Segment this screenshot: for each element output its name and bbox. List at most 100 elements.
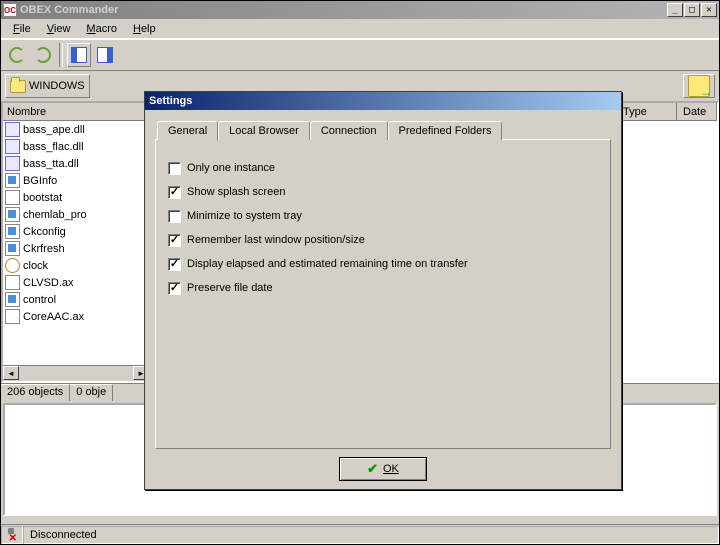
checkbox-label: Only one instance [187,162,275,174]
tab-panel-general: Only one instance Show splash screen Minim… [155,139,611,449]
file-name: CoreAAC.ax [23,311,84,323]
file-name: Ckrfresh [23,243,65,255]
file-name: bass_tta.dll [23,158,79,170]
tab-local-browser[interactable]: Local Browser [218,121,310,140]
sync-icon [35,47,51,63]
file-name: bootstat [23,192,62,204]
app-icon [5,207,20,222]
tab-connection[interactable]: Connection [310,121,388,140]
left-pane: Nombre bass_ape.dll bass_flac.dll bass_tta… [1,101,151,383]
list-item[interactable]: bass_flac.dll [3,138,149,155]
dll-icon [5,139,20,154]
file-list[interactable]: bass_ape.dll bass_flac.dll bass_tta.dll BGI… [3,121,149,365]
checkbox[interactable] [168,210,181,223]
minimize-button[interactable]: _ [667,3,683,17]
scroll-thumb[interactable] [19,366,133,381]
dat-icon [5,190,20,205]
option-row: Remember last window position/size [168,228,598,252]
pane-layout-left-button[interactable] [67,43,91,67]
objects-count: 206 objects [1,384,70,401]
option-row: Preserve file date [168,276,598,300]
list-item[interactable]: BGInfo [3,172,149,189]
toolbar-separator [59,43,63,67]
scrollbar-horizontal[interactable]: ◄ ► [3,365,149,381]
option-row: Minimize to system tray [168,204,598,228]
list-item[interactable]: control [3,291,149,308]
list-item[interactable]: CoreAAC.ax [3,308,149,325]
objects-selected: 0 obje [70,384,113,401]
refresh-button[interactable] [5,43,29,67]
app-icon [5,241,20,256]
app-icon [5,292,20,307]
pane-left-icon [71,47,87,63]
checkbox[interactable] [168,282,181,295]
list-item[interactable]: chemlab_pro [3,206,149,223]
checkbox-label: Remember last window position/size [187,234,365,246]
scroll-left-icon[interactable]: ◄ [3,366,19,380]
col-type[interactable]: Type [617,103,677,121]
tab-predefined-folders[interactable]: Predefined Folders [388,121,503,140]
close-button[interactable]: ✕ [701,3,717,17]
app-logo-icon: OC [3,3,17,17]
option-row: Display elapsed and estimated remaining … [168,252,598,276]
tab-general[interactable]: General [157,121,218,141]
tabstrip: GeneralLocal BrowserConnectionPredefined… [157,121,611,140]
file-name: bass_flac.dll [23,141,84,153]
list-item[interactable]: CLVSD.ax [3,274,149,291]
checkbox[interactable] [168,258,181,271]
status-bar: Disconnected [1,524,719,544]
option-row: Show splash screen [168,180,598,204]
file-name: BGInfo [23,175,57,187]
ok-button-label: OK [383,463,399,475]
connection-status-text: Disconnected [23,526,719,544]
list-item[interactable]: bootstat [3,189,149,206]
ax-icon [5,309,20,324]
toolbar [1,39,719,71]
window-title: OBEX Commander [20,4,667,16]
menu-macro[interactable]: Macro [78,21,125,37]
pane-layout-right-button[interactable] [93,43,117,67]
sync-button[interactable] [31,43,55,67]
list-item[interactable]: Ckrfresh [3,240,149,257]
maximize-button[interactable]: □ [684,3,700,17]
checkbox[interactable] [168,162,181,175]
option-row: Only one instance [168,156,598,180]
folder-icon [10,80,26,93]
dialog-title: Settings [145,92,621,110]
disconnected-icon [8,528,16,542]
checkbox[interactable] [168,234,181,247]
menubar: File View Macro Help [1,19,719,39]
checkbox[interactable] [168,186,181,199]
settings-dialog: Settings GeneralLocal BrowserConnectionP… [144,91,622,490]
left-column-header[interactable]: Nombre [3,103,149,121]
app-icon [5,224,20,239]
address-path-button[interactable]: WINDOWS [5,74,90,98]
menu-view[interactable]: View [39,21,79,37]
file-name: chemlab_pro [23,209,87,221]
list-item[interactable]: Ckconfig [3,223,149,240]
ax-icon [5,275,20,290]
nav-button[interactable] [683,74,715,98]
checkbox-label: Display elapsed and estimated remaining … [187,258,468,270]
address-path: WINDOWS [29,80,85,92]
app-icon [5,173,20,188]
folder-go-icon [688,75,710,97]
menu-file[interactable]: File [5,21,39,37]
checkbox-label: Preserve file date [187,282,273,294]
checkbox-label: Show splash screen [187,186,285,198]
refresh-icon [9,47,25,63]
menu-help[interactable]: Help [125,21,164,37]
clk-icon [5,258,20,273]
list-item[interactable]: bass_ape.dll [3,121,149,138]
col-date[interactable]: Date [677,103,717,121]
file-name: clock [23,260,48,272]
list-item[interactable]: bass_tta.dll [3,155,149,172]
pane-right-icon [97,47,113,63]
dll-icon [5,122,20,137]
checkbox-label: Minimize to system tray [187,210,302,222]
checkmark-icon: ✔ [367,461,378,477]
file-name: Ckconfig [23,226,66,238]
list-item[interactable]: clock [3,257,149,274]
ok-button[interactable]: ✔ OK [339,457,427,481]
file-name: control [23,294,56,306]
